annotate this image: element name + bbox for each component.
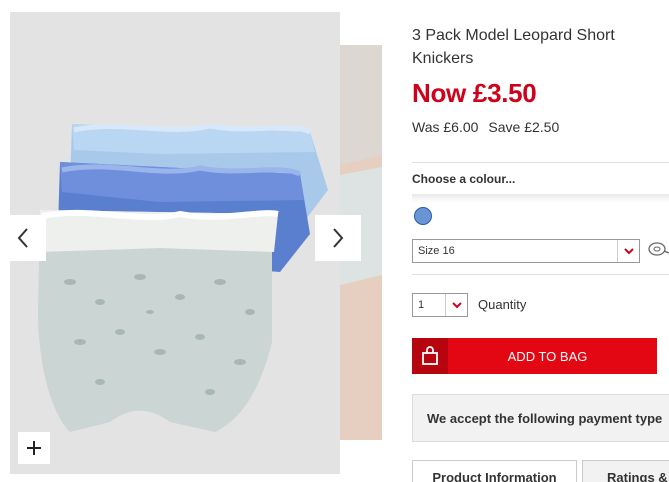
gallery-next-button[interactable] bbox=[315, 215, 361, 261]
payment-info-box: We accept the following payment type bbox=[412, 394, 669, 442]
price-now: Now £3.50 bbox=[412, 78, 537, 108]
tab-product-information[interactable]: Product Information bbox=[412, 460, 577, 482]
size-select[interactable]: Size 16 bbox=[412, 239, 640, 263]
chevron-left-icon bbox=[17, 228, 28, 248]
caret-down-icon bbox=[617, 240, 639, 262]
product-main-image[interactable] bbox=[10, 12, 340, 474]
zoom-plus-icon bbox=[27, 441, 41, 455]
quantity-select[interactable]: 1 bbox=[412, 293, 468, 317]
knickers-photo bbox=[38, 123, 328, 432]
divider bbox=[412, 194, 669, 202]
colour-label: Choose a colour... bbox=[412, 172, 516, 186]
quantity-value: 1 bbox=[418, 299, 425, 311]
zoom-button[interactable] bbox=[18, 432, 50, 464]
caret-down-icon bbox=[445, 294, 467, 316]
quantity-label: Quantity bbox=[478, 297, 527, 312]
price-was-line: Was £6.00 Save £2.50 bbox=[412, 119, 559, 135]
tape-measure-icon[interactable] bbox=[647, 240, 669, 260]
colour-swatch-blue[interactable] bbox=[414, 207, 432, 225]
save-amount: Save £2.50 bbox=[488, 119, 560, 135]
gallery-prev-button[interactable] bbox=[0, 215, 46, 261]
add-to-bag-label: ADD TO BAG bbox=[507, 348, 588, 364]
payment-text: We accept the following payment type bbox=[427, 411, 663, 426]
add-to-bag-button[interactable]: ADD TO BAG bbox=[412, 338, 657, 374]
tab-ratings[interactable]: Ratings & bbox=[582, 460, 669, 482]
size-value: Size 16 bbox=[418, 245, 455, 257]
product-title: 3 Pack Model Leopard Short Knickers bbox=[412, 27, 615, 67]
divider bbox=[412, 162, 669, 163]
chevron-right-icon bbox=[333, 228, 344, 248]
divider bbox=[412, 274, 669, 275]
shopping-bag-icon bbox=[412, 338, 448, 374]
was-price: Was £6.00 bbox=[412, 119, 479, 135]
